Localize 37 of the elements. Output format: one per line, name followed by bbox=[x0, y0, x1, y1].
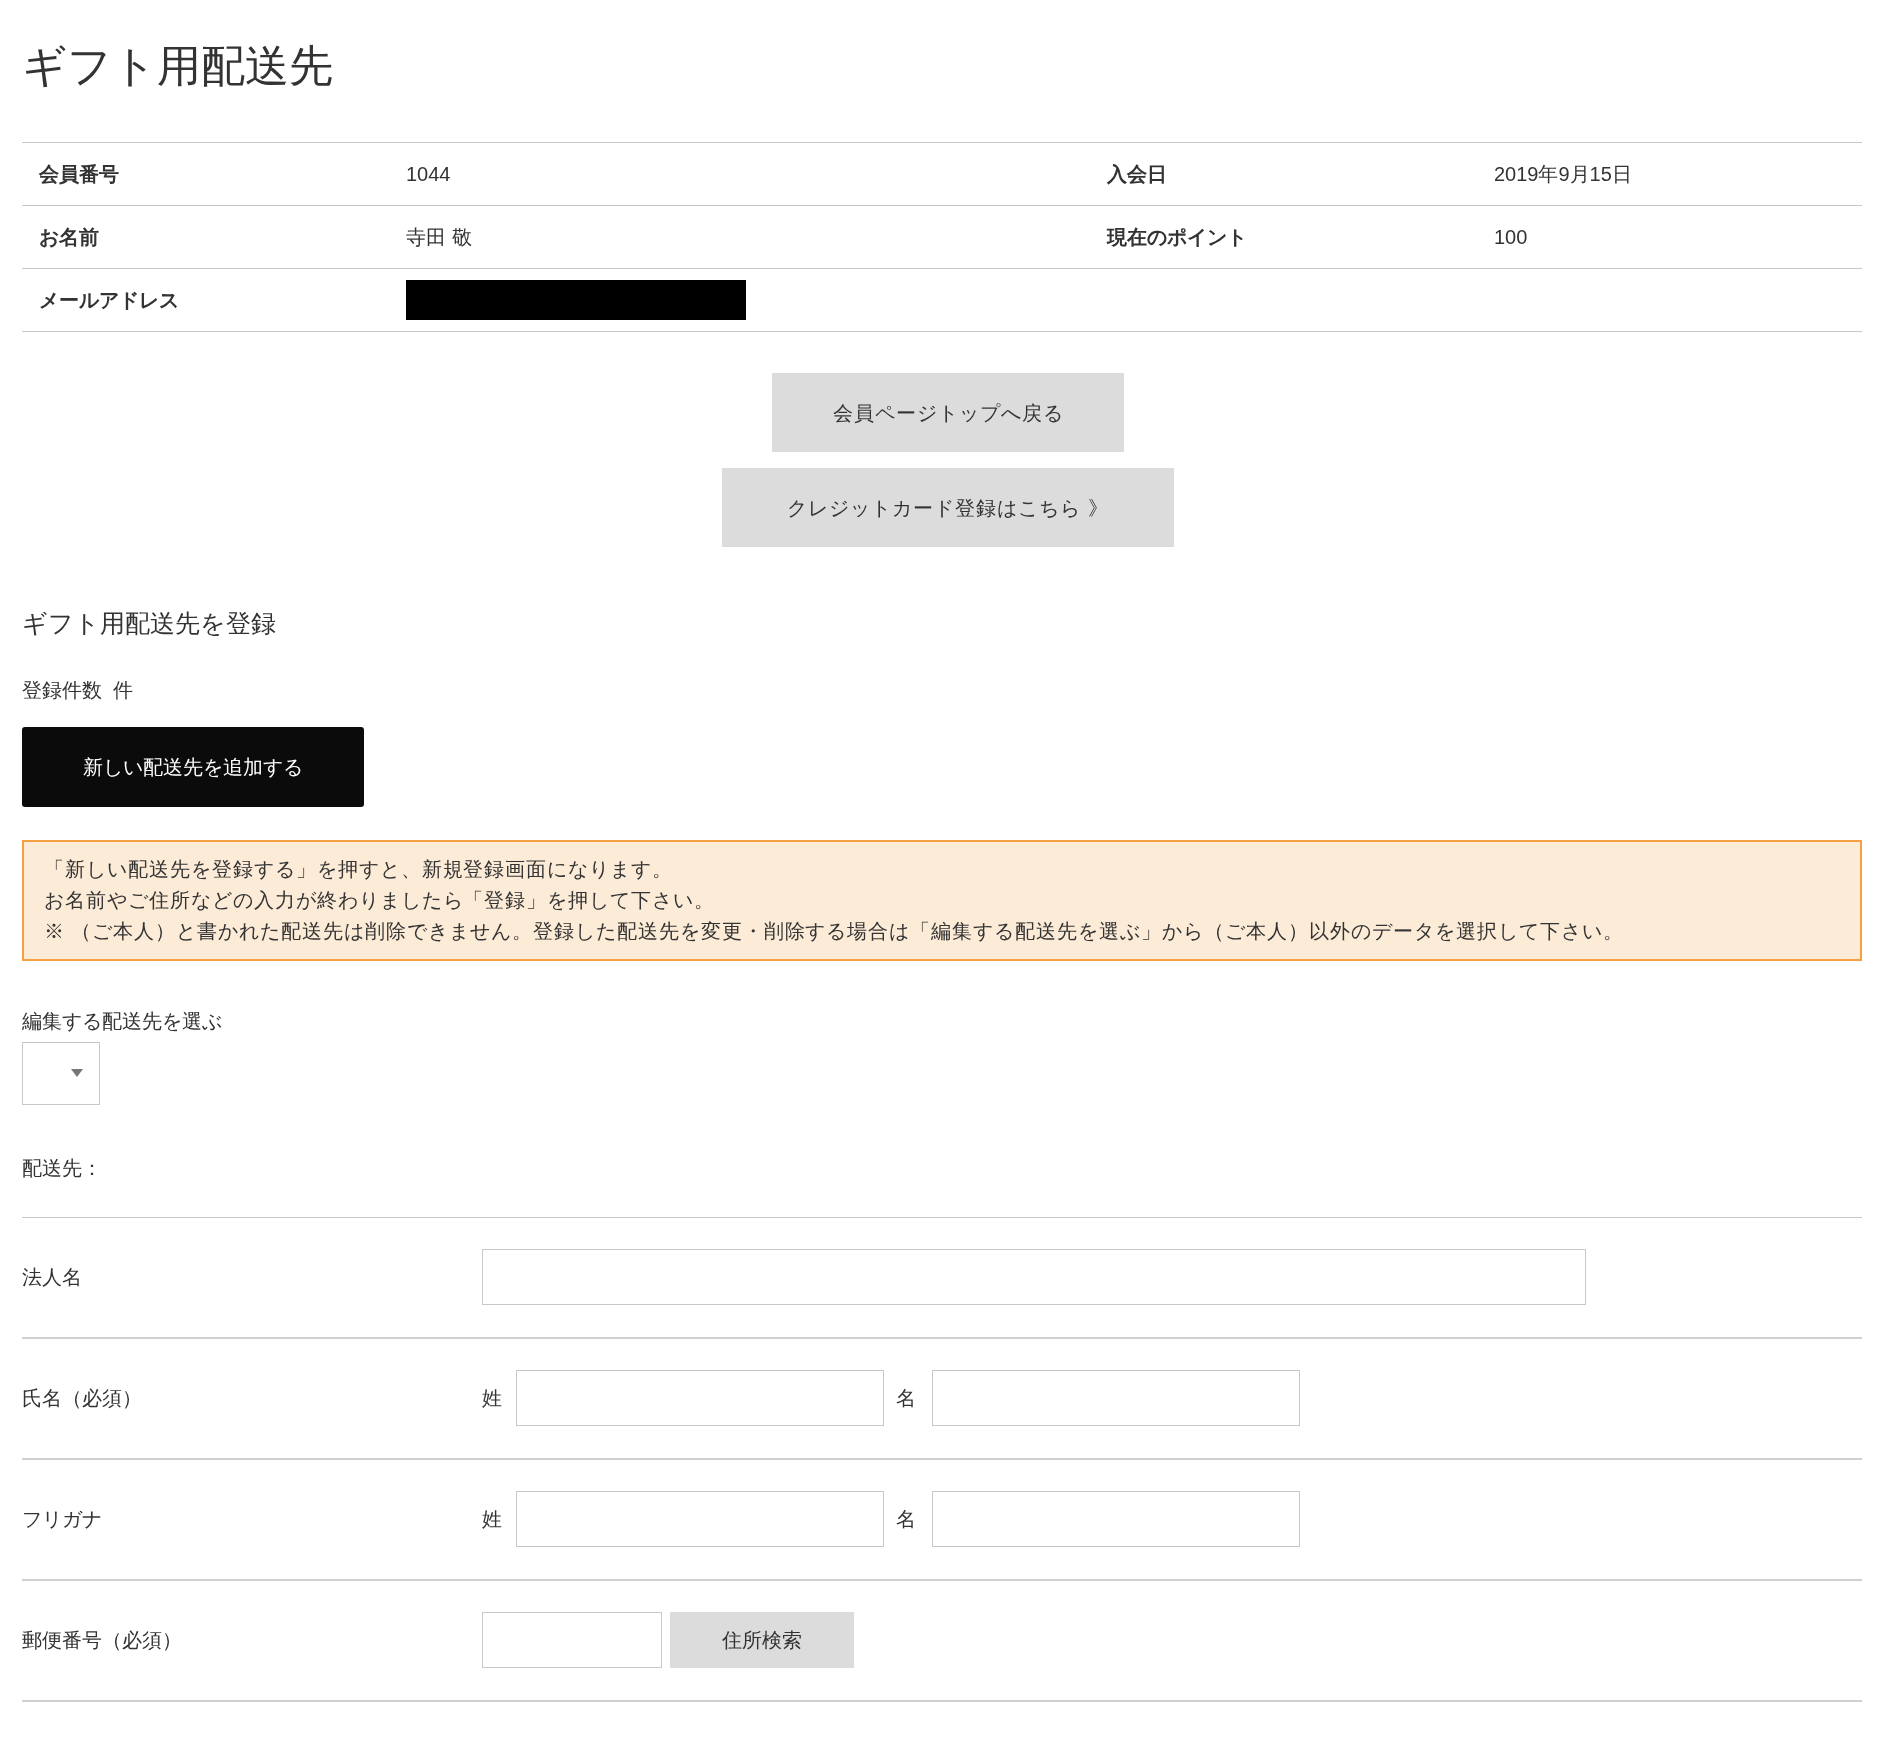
back-button[interactable]: 会員ページトップへ戻る bbox=[772, 373, 1124, 452]
select-label: 編集する配送先を選ぶ bbox=[22, 1008, 223, 1034]
text-field[interactable] bbox=[482, 1612, 662, 1668]
caret-icon bbox=[71, 1069, 83, 1077]
field-label: 郵便番号（必須） bbox=[22, 1628, 183, 1653]
credit-card-button[interactable]: クレジットカード登録はこちら 》 bbox=[722, 468, 1174, 547]
field-label: 姓 bbox=[482, 1386, 503, 1411]
field-label: 姓 bbox=[482, 1507, 503, 1532]
address-search-button[interactable]: 住所検索 bbox=[670, 1612, 854, 1668]
notice-text: ※ （ご本人）と書かれた配送先は削除できません。登録した配送先を変更・削除する場合は「編集する配送先を選ぶ」から（ご本人）以外のデータを選択して下さい。 bbox=[44, 918, 1625, 944]
field-label: 名 bbox=[895, 1507, 917, 1532]
field-label: 氏名（必須） bbox=[22, 1386, 143, 1411]
text-field[interactable] bbox=[516, 1491, 884, 1547]
text-field[interactable] bbox=[516, 1370, 884, 1426]
text-field[interactable] bbox=[932, 1491, 1300, 1547]
text-field[interactable] bbox=[932, 1370, 1300, 1426]
destination-select[interactable] bbox=[22, 1041, 100, 1105]
field-label: メールアドレス bbox=[38, 288, 180, 313]
field-value: 1044 bbox=[406, 162, 452, 187]
field-label: 会員番号 bbox=[38, 162, 120, 187]
field-value: 100 bbox=[1494, 225, 1528, 250]
section-title: ギフト用配送先を登録 bbox=[22, 608, 277, 639]
field-label: フリガナ bbox=[22, 1507, 103, 1532]
notice-text: 「新しい配送先を登録する」を押すと、新規登録画面になります。 bbox=[44, 856, 675, 882]
field-value: 寺田 敬 bbox=[406, 225, 473, 250]
field-label: お名前 bbox=[38, 225, 100, 250]
notice-text: お名前やご住所などの入力が終わりましたら「登録」を押して下さい。 bbox=[44, 887, 717, 913]
count-text: 登録件数 件 bbox=[22, 677, 135, 703]
field-label: 入会日 bbox=[1107, 162, 1168, 187]
text-field[interactable] bbox=[482, 1249, 1586, 1305]
field-label: 法人名 bbox=[22, 1265, 83, 1290]
page-title: ギフト用配送先 bbox=[22, 40, 334, 92]
add-button[interactable]: 新しい配送先を追加する bbox=[22, 726, 364, 807]
destination-label: 配送先： bbox=[22, 1155, 103, 1181]
field-label: 現在のポイント bbox=[1107, 225, 1248, 250]
field-value: 2019年9月15日 bbox=[1494, 162, 1632, 187]
field-label: 名 bbox=[895, 1386, 917, 1411]
